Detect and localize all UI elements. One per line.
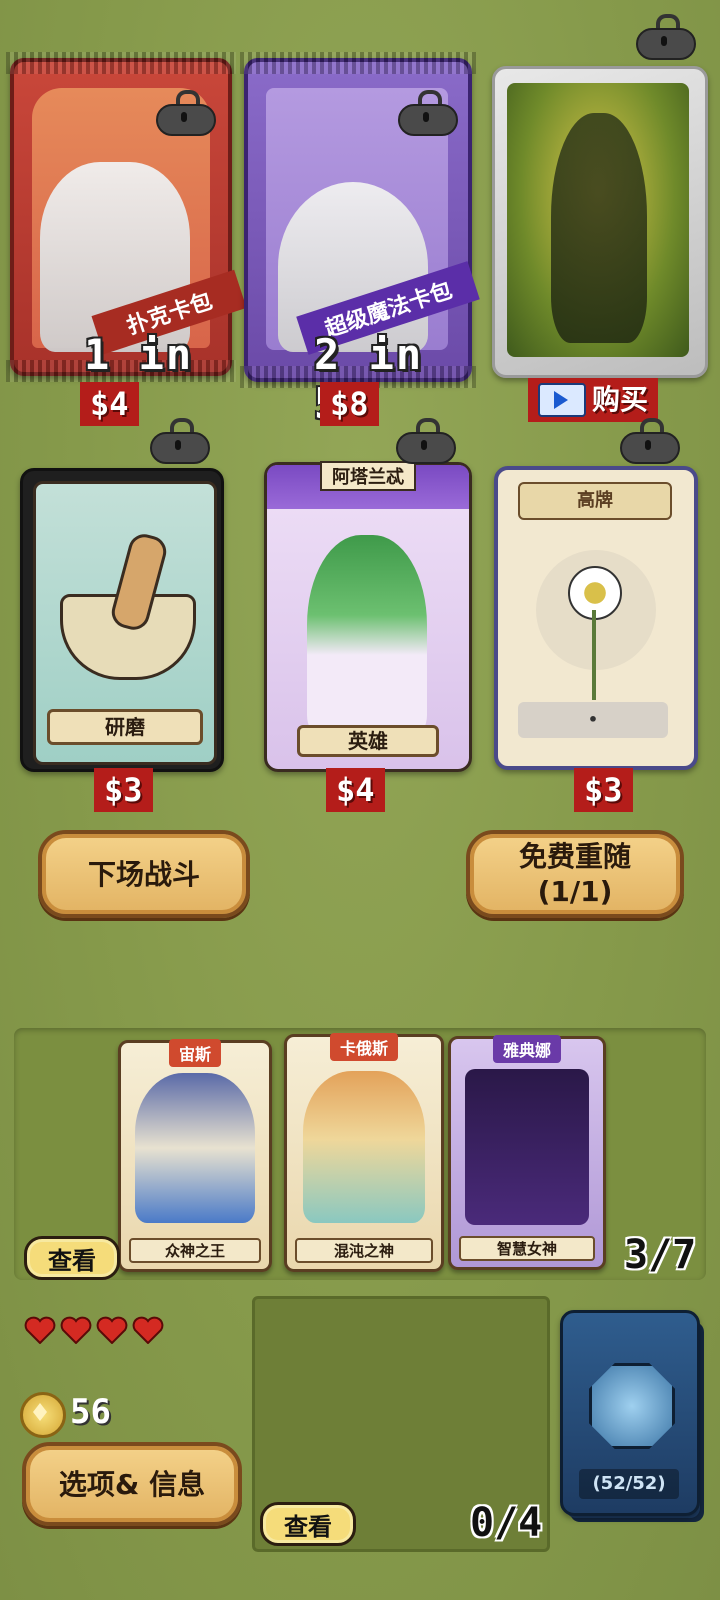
card-header-name: 阿塔兰忒 [320, 461, 416, 491]
play-zone-view-button[interactable]: 查看 [260, 1502, 356, 1546]
athena-art [465, 1069, 589, 1225]
heart-icon [60, 1316, 92, 1344]
coin-count: 56 [70, 1392, 111, 1432]
grind-card[interactable]: 研磨 [20, 468, 224, 772]
lock-icon [618, 418, 680, 464]
pack-price: $4 [80, 382, 139, 426]
card-badge: • [518, 702, 668, 738]
heart-icon [96, 1316, 128, 1344]
pack-crimp-top [240, 52, 476, 74]
fight-button[interactable]: 下场战斗 [38, 830, 250, 918]
chaos-art [303, 1071, 425, 1223]
card-title: 英雄 [297, 725, 439, 757]
hand-card-name: 宙斯 [168, 1039, 222, 1067]
flower-stem [592, 610, 596, 700]
heart-icon [132, 1316, 164, 1344]
goddess-silhouette [551, 113, 647, 343]
card-title: 研磨 [47, 709, 203, 745]
draw-deck[interactable]: (52/52) [560, 1310, 700, 1516]
free-reroll-button[interactable]: 免费重随 (1/1) [466, 830, 684, 918]
golden-goddess-card[interactable] [492, 66, 708, 378]
hand-view-button[interactable]: 查看 [24, 1236, 120, 1280]
zeus-art [135, 1073, 255, 1223]
pack-crimp-top [6, 52, 236, 74]
video-ad-icon [538, 383, 586, 417]
coin-icon [20, 1392, 66, 1438]
lock-icon [148, 418, 210, 464]
hand-card-chaos[interactable]: 卡俄斯 混沌之神 [284, 1033, 444, 1272]
card-price: $3 [94, 768, 153, 812]
high-card-card[interactable]: 高牌 • [494, 466, 698, 770]
lock-icon [634, 14, 696, 60]
buy-with-video-button[interactable]: 购买 [528, 378, 659, 422]
hand-count: 3/7 [624, 1232, 697, 1278]
heart-icon [24, 1316, 56, 1344]
buy-label: 购买 [592, 383, 649, 416]
hand-card-name: 雅典娜 [492, 1035, 562, 1063]
hand-card-athena[interactable]: 雅典娜 智慧女神 [448, 1035, 606, 1270]
lock-icon [154, 90, 216, 136]
atalanta-hero-card[interactable]: 阿塔兰忒 英雄 [264, 461, 472, 772]
deck-count: (52/52) [579, 1469, 679, 1499]
hand-card-title: 混沌之神 [295, 1238, 433, 1263]
hand-card-title: 众神之王 [129, 1238, 261, 1263]
atalanta-art [307, 535, 427, 735]
pack-price: $8 [320, 382, 379, 426]
card-header-name: 高牌 [518, 482, 672, 520]
options-info-button[interactable]: 选项& 信息 [22, 1442, 242, 1526]
hand-card-name: 卡俄斯 [329, 1033, 399, 1061]
play-zone-count: 0/4 [470, 1500, 543, 1546]
hand-card-title: 智慧女神 [459, 1236, 595, 1261]
deck-emblem-icon [589, 1363, 675, 1449]
card-price: $4 [326, 768, 385, 812]
card-price: $3 [574, 768, 633, 812]
lock-icon [394, 418, 456, 464]
hand-card-zeus[interactable]: 宙斯 众神之王 [118, 1039, 272, 1272]
lock-icon [396, 90, 458, 136]
